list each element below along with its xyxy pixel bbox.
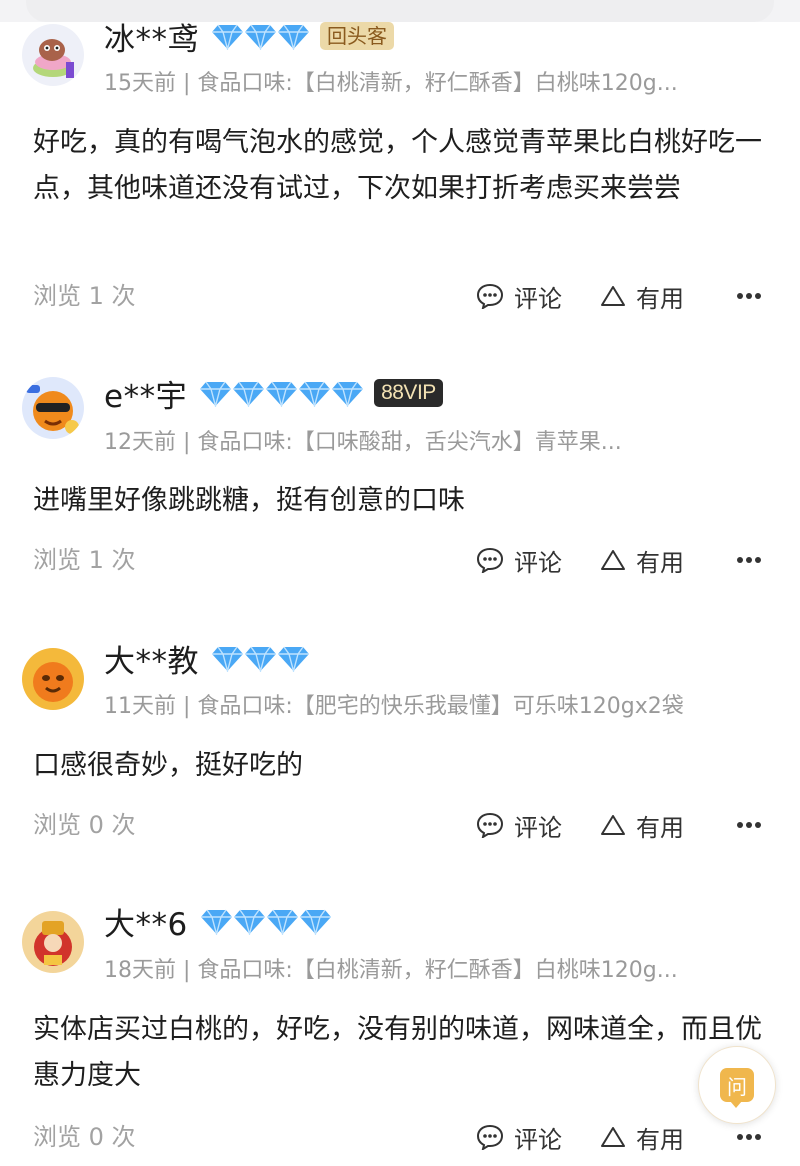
diamond-icon (233, 909, 265, 935)
view-count: 浏览 0 次 (33, 1123, 136, 1151)
review-meta: 18天前 | 食品口味:【白桃清新，籽仁酥香】白桃味120g... (104, 958, 678, 983)
review-content: 实体店买过白桃的，好吃，没有别的味道，网味道全，而且优惠力度大 (33, 1014, 762, 1091)
ask-icon: 问 (720, 1068, 754, 1108)
diamond-icon (200, 909, 232, 935)
diamond-icon (299, 909, 331, 935)
diamond-icon (266, 909, 298, 935)
comment-icon (476, 1124, 504, 1150)
review-card: 大**6 18天前 | 食品口味:【白桃清新，籽仁酥香】白桃味120g... 实… (0, 0, 800, 1166)
ask-label: 问 (727, 1074, 747, 1099)
ask-question-button[interactable]: 问 (698, 1046, 776, 1124)
level-diamonds (200, 907, 332, 935)
useful-label: 有用 (636, 1125, 684, 1154)
triangle-icon (601, 1127, 625, 1147)
useful-button[interactable]: 有用 (600, 1120, 736, 1155)
more-icon[interactable] (736, 1133, 766, 1141)
avatar-image (22, 911, 84, 973)
comment-label: 评论 (514, 1125, 562, 1154)
comment-button[interactable]: 评论 (476, 1120, 600, 1155)
username[interactable]: 大**6 (104, 899, 188, 944)
avatar[interactable] (22, 911, 84, 973)
